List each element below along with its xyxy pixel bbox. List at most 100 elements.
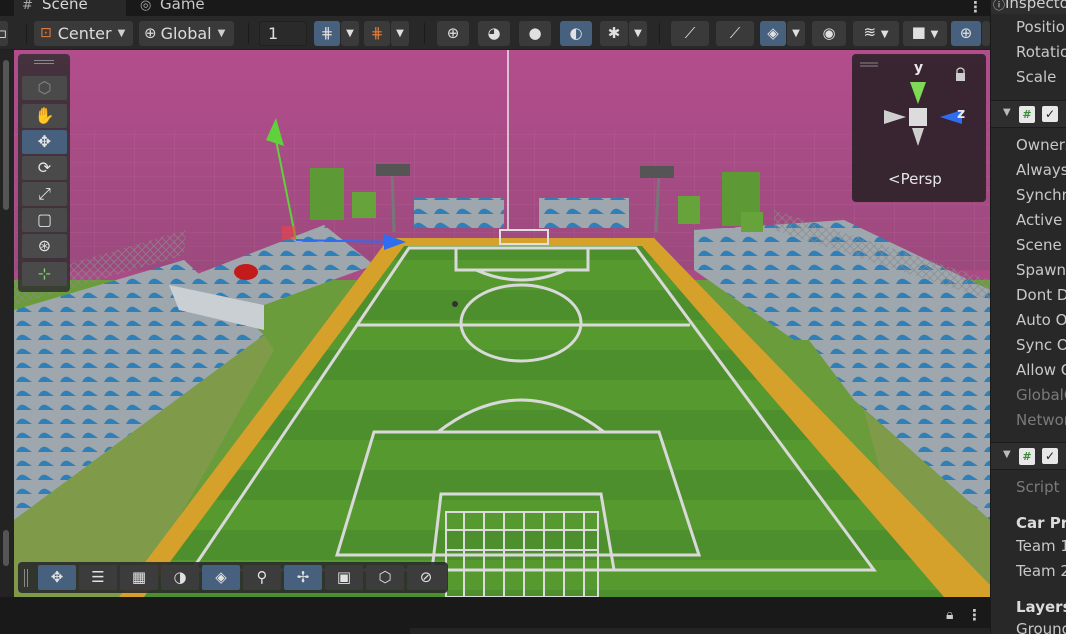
inspector-title: Inspector: [1005, 0, 1066, 12]
grid-snap-dropdown[interactable]: ▼: [341, 21, 359, 46]
bottom-panel-edge: [410, 628, 990, 634]
pivot-space-dropdown[interactable]: ⊕ Global ▼: [139, 21, 234, 46]
chevron-left-icon: <: [888, 170, 901, 188]
overlay-pivot-button[interactable]: ✢: [284, 565, 322, 590]
hand-tool-button[interactable]: ✋: [22, 104, 67, 128]
scale-tool-button[interactable]: ⤢: [22, 182, 67, 206]
chevron-down-icon: ▼: [634, 28, 642, 39]
debug-draw-dropdown[interactable]: ▼: [629, 21, 647, 46]
compass-icon: ⊘: [419, 568, 433, 586]
status-bar: 🔒︎ ⋮: [0, 597, 990, 634]
projection-label: Persp: [900, 170, 942, 188]
scrollbar-thumb-lower[interactable]: [3, 530, 9, 566]
tab-game-label: Game: [160, 0, 205, 13]
tab-inspector[interactable]: ⓘ Inspector: [991, 0, 1066, 14]
tab-scene-label: Scene: [42, 0, 88, 13]
shading-shaded-wireframe-button[interactable]: ◕: [478, 21, 510, 46]
overlay-cube-button[interactable]: ⬡: [366, 565, 404, 590]
script-hash-icon: #: [1019, 448, 1035, 465]
overlay-shading-button[interactable]: ◑: [161, 565, 199, 590]
lock-icon[interactable]: 🔒︎: [946, 607, 953, 623]
pivot-mode-label: Center: [57, 24, 112, 43]
grid-size-input[interactable]: 1: [259, 21, 307, 46]
move-tool-button[interactable]: ✥: [22, 130, 67, 154]
overlay-layers-button[interactable]: ◈: [202, 565, 240, 590]
hand-icon: ✋: [34, 106, 55, 125]
gizmos-dropdown[interactable]: [982, 21, 990, 46]
scale-icon: ⤢: [38, 184, 51, 203]
increment-snap-button[interactable]: ⋕: [364, 21, 390, 46]
effects-dropdown[interactable]: ▼: [787, 21, 805, 46]
2d-toggle-button[interactable]: ⟋: [671, 21, 709, 46]
grid-snap-button[interactable]: ⋕: [314, 21, 340, 46]
cube-icon: ⬡: [378, 568, 392, 586]
chevron-down-icon: ▼: [346, 28, 354, 39]
pivot-mode-dropdown[interactable]: ⊡ Center ▼: [34, 21, 133, 46]
chevron-down-icon[interactable]: ▼: [1003, 107, 1011, 118]
shading-wireframe-button[interactable]: ⊕: [437, 21, 469, 46]
overlay-camera-button[interactable]: ▣: [325, 565, 363, 590]
no-row-allow-owner: Allow Owner: [1016, 361, 1066, 379]
grid-icon: #: [22, 0, 33, 13]
light-off-icon: ⟋: [729, 24, 741, 42]
debug-draw-mode-button[interactable]: ✱: [600, 21, 628, 46]
more-options-icon[interactable]: ⋮: [967, 606, 982, 624]
rect-tool-button[interactable]: ▢: [22, 208, 67, 232]
component-enabled-checkbox[interactable]: ✓: [1042, 448, 1058, 464]
move-arrows-icon: ✥: [50, 568, 64, 586]
chevron-down-icon: ▼: [792, 28, 800, 39]
scene-viewport[interactable]: [14, 50, 990, 597]
projection-toggle[interactable]: <Persp: [888, 170, 942, 188]
layers-dropdown[interactable]: ≋ ▼: [853, 21, 899, 46]
moon-icon: ◑: [173, 568, 187, 586]
cube-icon: ⬡: [37, 78, 52, 97]
scrollbar-thumb[interactable]: [3, 60, 9, 210]
increment-snap-dropdown[interactable]: ▼: [391, 21, 409, 46]
pivot-space-label: Global: [160, 24, 212, 43]
overlay-sliders-button[interactable]: ☰: [79, 565, 117, 590]
rotate-tool-button[interactable]: ⟳: [22, 156, 67, 180]
shaded-sphere-icon: ◐: [569, 24, 583, 42]
axis-z-label: z: [957, 106, 966, 122]
scene-overlay-toolbar: ✥ ☰ ▦ ◑ ◈ ⚲ ✢ ▣ ⬡ ⊘: [18, 562, 448, 593]
gizmos-toggle-button[interactable]: ⊕: [951, 21, 981, 46]
tab-game[interactable]: ◎ Game: [132, 0, 232, 16]
info-icon: ⓘ: [993, 0, 1006, 12]
lighting-toggle-button[interactable]: ⟋: [716, 21, 754, 46]
toolbar-divider: [248, 23, 249, 44]
overlay-move-button[interactable]: ✥: [38, 565, 76, 590]
drag-handle-icon[interactable]: [34, 60, 54, 64]
wireframe-sphere-icon: ⊕: [446, 24, 460, 42]
camera-settings-dropdown[interactable]: ■ ▼: [903, 21, 947, 46]
overlay-search-button[interactable]: ⚲: [243, 565, 281, 590]
tab-scene[interactable]: # Scene: [14, 0, 126, 16]
more-options-icon[interactable]: ⋮: [968, 0, 983, 16]
shading-unlit-button[interactable]: ●: [519, 21, 551, 46]
no-row-dont-destroy: Dont Destroy: [1016, 286, 1066, 304]
effects-icon: ◈: [767, 24, 779, 42]
toolbar-divider: [26, 23, 27, 44]
ground-layer-label: Ground: [1016, 620, 1066, 634]
no-row-spawn: Spawn With Observers: [1016, 261, 1066, 279]
car-script-component-header[interactable]: ▼ # ✓: [991, 442, 1066, 470]
transform-tool-button[interactable]: ⊛: [22, 234, 67, 258]
orientation-gizmo[interactable]: y z <Persp: [852, 54, 986, 202]
network-object-component-header[interactable]: ▼ # ✓: [991, 100, 1066, 128]
component-enabled-checkbox[interactable]: ✓: [1042, 106, 1058, 122]
custom-tool-button[interactable]: ⊹: [22, 262, 67, 286]
scene-visibility-button[interactable]: ◉: [812, 21, 846, 46]
shading-shaded-button[interactable]: ◐: [560, 21, 592, 46]
custom-tool-icon: ⊹: [37, 264, 52, 283]
search-icon: ⚲: [256, 568, 268, 586]
chevron-down-icon[interactable]: ▼: [1003, 449, 1011, 460]
team-2-label: Team 2: [1016, 562, 1066, 580]
unity-editor: # Scene ◎ Game ⋮ ▫ ⊡ Center ▼ ⊕ Global ▼…: [0, 0, 1066, 634]
drag-handle-icon[interactable]: [24, 569, 28, 587]
effects-toggle-button[interactable]: ◈: [760, 21, 786, 46]
script-field-label: Script: [1016, 478, 1060, 496]
overlay-grid-button[interactable]: ▦: [120, 565, 158, 590]
car-prefabs-section-label: Car Prefabs: [1016, 514, 1066, 532]
scene-render: [14, 50, 990, 597]
overlay-compass-button[interactable]: ⊘: [407, 565, 445, 590]
view-tool-button[interactable]: ⬡: [22, 76, 67, 100]
